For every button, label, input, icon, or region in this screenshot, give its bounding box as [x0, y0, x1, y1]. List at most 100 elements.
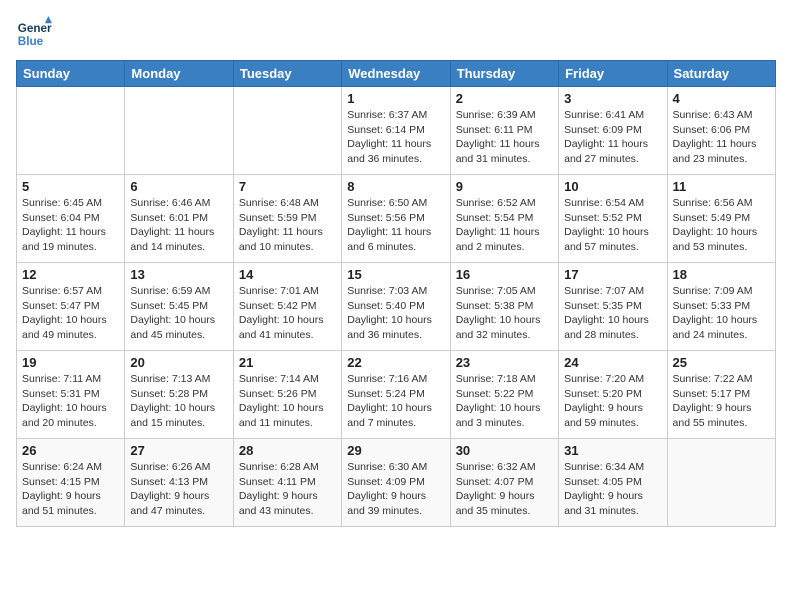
- day-number: 9: [456, 179, 553, 194]
- day-info: Sunrise: 6:26 AM Sunset: 4:13 PM Dayligh…: [130, 460, 227, 519]
- day-info: Sunrise: 6:50 AM Sunset: 5:56 PM Dayligh…: [347, 196, 444, 255]
- day-cell-22: 22Sunrise: 7:16 AM Sunset: 5:24 PM Dayli…: [342, 351, 450, 439]
- day-info: Sunrise: 7:22 AM Sunset: 5:17 PM Dayligh…: [673, 372, 770, 431]
- week-row-1: 1 Sunrise: 6:37 AM Sunset: 6:14 PM Daylig…: [17, 87, 776, 175]
- day-number: 31: [564, 443, 661, 458]
- day-info: Sunrise: 6:46 AM Sunset: 6:01 PM Dayligh…: [130, 196, 227, 255]
- day-cell-14: 14 Sunrise: 7:01 AM Sunset: 5:42 PM Dayli…: [233, 263, 341, 351]
- day-cell-28: 28 Sunrise: 6:28 AM Sunset: 4:11 PM Dayli…: [233, 439, 341, 527]
- empty-cell: [667, 439, 775, 527]
- day-number: 2: [456, 91, 553, 106]
- day-info: Sunrise: 7:05 AM Sunset: 5:38 PM Dayligh…: [456, 284, 553, 343]
- day-info: Sunrise: 6:30 AM Sunset: 4:09 PM Dayligh…: [347, 460, 444, 519]
- logo-icon: General Blue: [16, 16, 52, 52]
- day-number: 6: [130, 179, 227, 194]
- day-info: Sunrise: 6:52 AM Sunset: 5:54 PM Dayligh…: [456, 196, 553, 255]
- page-header: General Blue: [16, 16, 776, 52]
- empty-cell: [125, 87, 233, 175]
- day-info: Sunrise: 7:13 AM Sunset: 5:28 PM Dayligh…: [130, 372, 227, 431]
- weekday-header-wednesday: Wednesday: [342, 61, 450, 87]
- day-cell-19: 19 Sunrise: 7:11 AM Sunset: 5:31 PM Dayli…: [17, 351, 125, 439]
- day-cell-15: 15Sunrise: 7:03 AM Sunset: 5:40 PM Dayli…: [342, 263, 450, 351]
- day-cell-4: 4 Sunrise: 6:43 AM Sunset: 6:06 PM Daylig…: [667, 87, 775, 175]
- day-cell-6: 6 Sunrise: 6:46 AM Sunset: 6:01 PM Daylig…: [125, 175, 233, 263]
- day-number: 30: [456, 443, 553, 458]
- day-number: 10: [564, 179, 661, 194]
- day-number: 3: [564, 91, 661, 106]
- day-number: 25: [673, 355, 770, 370]
- day-number: 17: [564, 267, 661, 282]
- day-cell-20: 20 Sunrise: 7:13 AM Sunset: 5:28 PM Dayli…: [125, 351, 233, 439]
- day-cell-29: 29 Sunrise: 6:30 AM Sunset: 4:09 PM Dayli…: [342, 439, 450, 527]
- day-info: Sunrise: 6:32 AM Sunset: 4:07 PM Dayligh…: [456, 460, 553, 519]
- day-info: Sunrise: 6:39 AM Sunset: 6:11 PM Dayligh…: [456, 108, 553, 167]
- day-cell-5: 5 Sunrise: 6:45 AM Sunset: 6:04 PM Daylig…: [17, 175, 125, 263]
- day-info: Sunrise: 6:24 AM Sunset: 4:15 PM Dayligh…: [22, 460, 119, 519]
- logo: General Blue: [16, 16, 56, 52]
- day-number: 5: [22, 179, 119, 194]
- day-info: Sunrise: 6:48 AM Sunset: 5:59 PM Dayligh…: [239, 196, 336, 255]
- day-cell-23: 23 Sunrise: 7:18 AM Sunset: 5:22 PM Dayli…: [450, 351, 558, 439]
- day-number: 28: [239, 443, 336, 458]
- day-info: Sunrise: 7:01 AM Sunset: 5:42 PM Dayligh…: [239, 284, 336, 343]
- day-cell-2: 2 Sunrise: 6:39 AM Sunset: 6:11 PM Daylig…: [450, 87, 558, 175]
- day-cell-13: 13Sunrise: 6:59 AM Sunset: 5:45 PM Dayli…: [125, 263, 233, 351]
- day-info: Sunrise: 7:03 AM Sunset: 5:40 PM Dayligh…: [347, 284, 444, 343]
- weekday-header-monday: Monday: [125, 61, 233, 87]
- day-info: Sunrise: 7:18 AM Sunset: 5:22 PM Dayligh…: [456, 372, 553, 431]
- empty-cell: [233, 87, 341, 175]
- day-info: Sunrise: 6:54 AM Sunset: 5:52 PM Dayligh…: [564, 196, 661, 255]
- day-cell-25: 25 Sunrise: 7:22 AM Sunset: 5:17 PM Dayli…: [667, 351, 775, 439]
- day-cell-8: 8 Sunrise: 6:50 AM Sunset: 5:56 PM Daylig…: [342, 175, 450, 263]
- week-row-5: 26 Sunrise: 6:24 AM Sunset: 4:15 PM Dayli…: [17, 439, 776, 527]
- day-number: 19: [22, 355, 119, 370]
- svg-text:General: General: [18, 22, 52, 35]
- day-cell-26: 26 Sunrise: 6:24 AM Sunset: 4:15 PM Dayli…: [17, 439, 125, 527]
- day-cell-30: 30 Sunrise: 6:32 AM Sunset: 4:07 PM Dayli…: [450, 439, 558, 527]
- day-number: 16: [456, 267, 553, 282]
- day-number: 29: [347, 443, 444, 458]
- day-info: Sunrise: 7:14 AM Sunset: 5:26 PM Dayligh…: [239, 372, 336, 431]
- day-info: Sunrise: 7:16 AM Sunset: 5:24 PM Dayligh…: [347, 372, 444, 431]
- svg-text:Blue: Blue: [18, 35, 44, 48]
- weekday-header-thursday: Thursday: [450, 61, 558, 87]
- day-cell-18: 18 Sunrise: 7:09 AM Sunset: 5:33 PM Dayli…: [667, 263, 775, 351]
- day-info: Sunrise: 6:28 AM Sunset: 4:11 PM Dayligh…: [239, 460, 336, 519]
- day-number: 14: [239, 267, 336, 282]
- day-info: Sunrise: 7:09 AM Sunset: 5:33 PM Dayligh…: [673, 284, 770, 343]
- day-number: 21: [239, 355, 336, 370]
- empty-cell: [17, 87, 125, 175]
- day-info: Sunrise: 7:11 AM Sunset: 5:31 PM Dayligh…: [22, 372, 119, 431]
- day-number: 4: [673, 91, 770, 106]
- day-cell-10: 10 Sunrise: 6:54 AM Sunset: 5:52 PM Dayli…: [559, 175, 667, 263]
- day-number: 20: [130, 355, 227, 370]
- day-number: 23: [456, 355, 553, 370]
- day-info: Sunrise: 6:41 AM Sunset: 6:09 PM Dayligh…: [564, 108, 661, 167]
- day-cell-1: 1 Sunrise: 6:37 AM Sunset: 6:14 PM Daylig…: [342, 87, 450, 175]
- day-number: 8: [347, 179, 444, 194]
- day-info: Sunrise: 6:43 AM Sunset: 6:06 PM Dayligh…: [673, 108, 770, 167]
- day-info: Sunrise: 6:34 AM Sunset: 4:05 PM Dayligh…: [564, 460, 661, 519]
- day-number: 24: [564, 355, 661, 370]
- week-row-2: 5 Sunrise: 6:45 AM Sunset: 6:04 PM Daylig…: [17, 175, 776, 263]
- weekday-header-sunday: Sunday: [17, 61, 125, 87]
- day-info: Sunrise: 6:37 AM Sunset: 6:14 PM Dayligh…: [347, 108, 444, 167]
- day-number: 26: [22, 443, 119, 458]
- day-info: Sunrise: 7:07 AM Sunset: 5:35 PM Dayligh…: [564, 284, 661, 343]
- day-number: 18: [673, 267, 770, 282]
- day-info: Sunrise: 6:45 AM Sunset: 6:04 PM Dayligh…: [22, 196, 119, 255]
- day-number: 1: [347, 91, 444, 106]
- week-row-4: 19 Sunrise: 7:11 AM Sunset: 5:31 PM Dayli…: [17, 351, 776, 439]
- calendar-table: SundayMondayTuesdayWednesdayThursdayFrid…: [16, 60, 776, 527]
- day-cell-9: 9 Sunrise: 6:52 AM Sunset: 5:54 PM Daylig…: [450, 175, 558, 263]
- day-cell-16: 16 Sunrise: 7:05 AM Sunset: 5:38 PM Dayli…: [450, 263, 558, 351]
- day-cell-27: 27Sunrise: 6:26 AM Sunset: 4:13 PM Dayli…: [125, 439, 233, 527]
- day-cell-3: 3 Sunrise: 6:41 AM Sunset: 6:09 PM Daylig…: [559, 87, 667, 175]
- week-row-3: 12Sunrise: 6:57 AM Sunset: 5:47 PM Dayli…: [17, 263, 776, 351]
- day-info: Sunrise: 6:59 AM Sunset: 5:45 PM Dayligh…: [130, 284, 227, 343]
- day-number: 12: [22, 267, 119, 282]
- day-info: Sunrise: 7:20 AM Sunset: 5:20 PM Dayligh…: [564, 372, 661, 431]
- day-number: 7: [239, 179, 336, 194]
- weekday-header-row: SundayMondayTuesdayWednesdayThursdayFrid…: [17, 61, 776, 87]
- weekday-header-friday: Friday: [559, 61, 667, 87]
